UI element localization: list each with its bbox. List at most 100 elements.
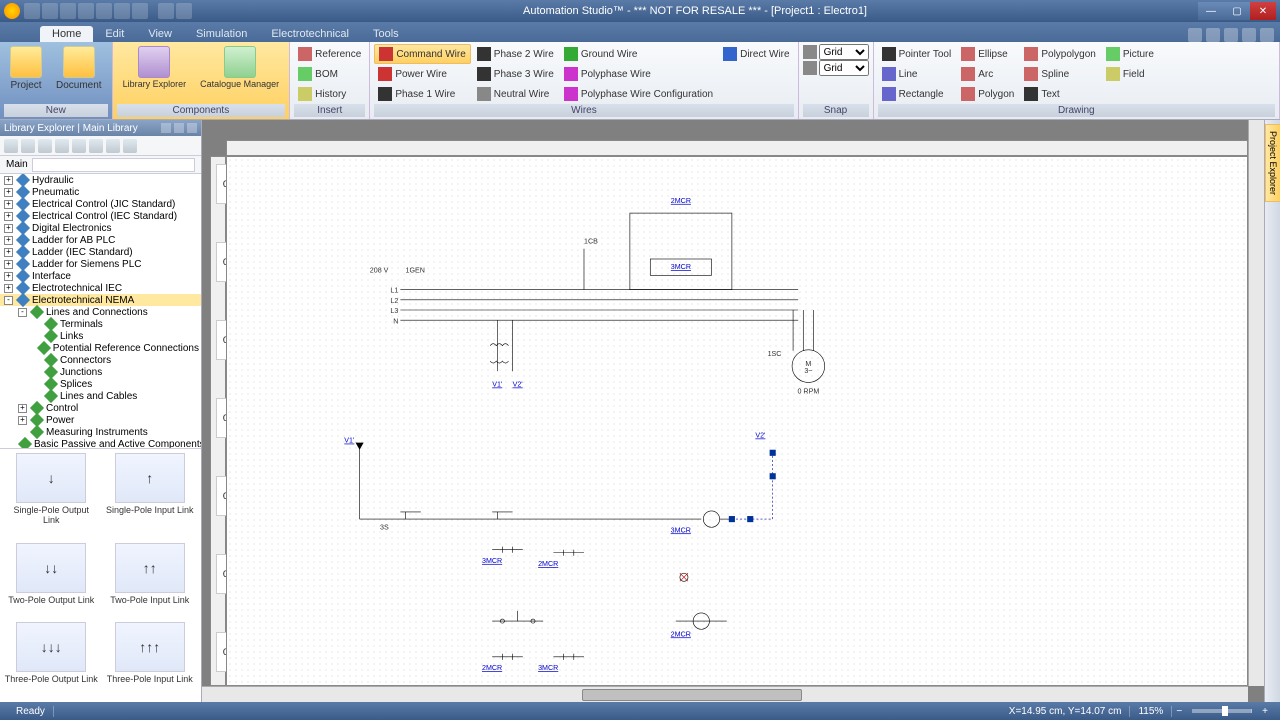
reference-button[interactable]: Reference [294, 44, 365, 64]
tree-node[interactable]: Links [0, 330, 201, 342]
polyphase-wire-button[interactable]: Polyphase Wire [560, 64, 717, 84]
polygon-button[interactable]: Polygon [957, 84, 1018, 104]
field-button[interactable]: Field [1102, 64, 1158, 84]
text-button[interactable]: Text [1020, 84, 1099, 104]
qat-btn[interactable] [42, 3, 58, 19]
tree-node[interactable]: Splices [0, 378, 201, 390]
tree-expand-icon[interactable]: + [18, 416, 27, 425]
mdi-min-icon[interactable] [1224, 28, 1238, 42]
tree-expand-icon[interactable]: - [18, 308, 27, 317]
zoom-slider[interactable] [1192, 709, 1252, 713]
qat-btn[interactable] [158, 3, 174, 19]
arc-button[interactable]: Arc [957, 64, 1018, 84]
preview-item[interactable]: ↓↓↓Three-Pole Output Link [4, 622, 99, 698]
lib-tool[interactable] [106, 139, 120, 153]
tree-node[interactable]: +Hydraulic [0, 174, 201, 186]
qat-btn[interactable] [78, 3, 94, 19]
line-button[interactable]: Line [878, 64, 956, 84]
tree-node[interactable]: +Control [0, 402, 201, 414]
tree-node[interactable]: Potential Reference Connections [0, 342, 201, 354]
tab-view[interactable]: View [136, 26, 184, 42]
drawing-canvas[interactable]: L1 L2 L3 N 208 V 1GEN 2MCR 3MCR 1CB M [226, 156, 1248, 686]
bom-button[interactable]: BOM [294, 64, 365, 84]
preview-item[interactable]: ↑↑↑Three-Pole Input Link [103, 622, 198, 698]
preview-item[interactable]: ↑Single-Pole Input Link [103, 453, 198, 539]
tree-expand-icon[interactable]: + [4, 272, 13, 281]
horizontal-scrollbar[interactable] [202, 686, 1248, 702]
tree-expand-icon[interactable]: + [4, 260, 13, 269]
tree-expand-icon[interactable]: + [4, 200, 13, 209]
power-wire-button[interactable]: Power Wire [374, 64, 470, 84]
qat-btn[interactable] [96, 3, 112, 19]
vertical-scrollbar[interactable] [1248, 120, 1264, 686]
qat-btn[interactable] [24, 3, 40, 19]
tree-node[interactable]: +Pneumatic [0, 186, 201, 198]
tree-expand-icon[interactable]: + [4, 176, 13, 185]
snap-grid-y[interactable]: Grid [803, 60, 869, 76]
qat-btn[interactable] [114, 3, 130, 19]
lib-tool[interactable] [123, 139, 137, 153]
panel-pin-icon[interactable] [174, 123, 184, 133]
maximize-button[interactable]: ▢ [1224, 2, 1250, 20]
preview-item[interactable]: ↑↑Two-Pole Input Link [103, 543, 198, 619]
picture-button[interactable]: Picture [1102, 44, 1158, 64]
rectangle-button[interactable]: Rectangle [878, 84, 956, 104]
pointer-tool-button[interactable]: Pointer Tool [878, 44, 956, 64]
library-explorer-button[interactable]: Library Explorer [117, 44, 193, 91]
tab-tools[interactable]: Tools [361, 26, 411, 42]
ellipse-button[interactable]: Ellipse [957, 44, 1018, 64]
phase2-wire-button[interactable]: Phase 2 Wire [473, 44, 558, 64]
tree-node[interactable]: Connectors [0, 354, 201, 366]
phase3-wire-button[interactable]: Phase 3 Wire [473, 64, 558, 84]
library-tree[interactable]: +Hydraulic+Pneumatic+Electrical Control … [0, 174, 201, 449]
lib-tool[interactable] [4, 139, 18, 153]
direct-wire-button[interactable]: Direct Wire [719, 44, 793, 64]
tab-home[interactable]: Home [40, 26, 93, 42]
tree-expand-icon[interactable]: + [4, 188, 13, 197]
tree-node[interactable]: +Ladder for Siemens PLC [0, 258, 201, 270]
tree-expand-icon[interactable]: + [4, 236, 13, 245]
help-icon[interactable] [1188, 28, 1202, 42]
document-button[interactable]: Document [50, 44, 108, 93]
preview-item[interactable]: ↓Single-Pole Output Link [4, 453, 99, 539]
zoom-in-icon[interactable]: + [1258, 706, 1272, 717]
tree-node[interactable]: +Ladder for AB PLC [0, 234, 201, 246]
phase1-wire-button[interactable]: Phase 1 Wire [374, 84, 470, 104]
mdi-close-icon[interactable] [1260, 28, 1274, 42]
ground-wire-button[interactable]: Ground Wire [560, 44, 717, 64]
tree-node[interactable]: +Digital Electronics [0, 222, 201, 234]
spline-button[interactable]: Spline [1020, 64, 1099, 84]
neutral-wire-button[interactable]: Neutral Wire [473, 84, 558, 104]
min-ribbon-icon[interactable] [1206, 28, 1220, 42]
tree-node[interactable]: +Interface [0, 270, 201, 282]
tree-expand-icon[interactable]: - [4, 296, 13, 305]
history-button[interactable]: History [294, 84, 365, 104]
tree-node[interactable]: -Electrotechnical NEMA [0, 294, 201, 306]
tree-node[interactable]: +Ladder (IEC Standard) [0, 246, 201, 258]
mdi-max-icon[interactable] [1242, 28, 1256, 42]
tree-node[interactable]: Junctions [0, 366, 201, 378]
tree-node[interactable]: Basic Passive and Active Components [0, 438, 201, 449]
tree-expand-icon[interactable]: + [4, 224, 13, 233]
lib-tool[interactable] [89, 139, 103, 153]
qat-btn[interactable] [60, 3, 76, 19]
tree-node[interactable]: Terminals [0, 318, 201, 330]
tab-electrotechnical[interactable]: Electrotechnical [259, 26, 361, 42]
polypolygon-button[interactable]: Polypolygon [1020, 44, 1099, 64]
close-button[interactable]: ✕ [1250, 2, 1276, 20]
tree-expand-icon[interactable]: + [4, 248, 13, 257]
tree-node[interactable]: -Lines and Connections [0, 306, 201, 318]
project-button[interactable]: Project [4, 44, 48, 93]
tree-node[interactable]: Lines and Cables [0, 390, 201, 402]
tree-expand-icon[interactable]: + [4, 284, 13, 293]
snap-grid-x[interactable]: Grid [803, 44, 869, 60]
minimize-button[interactable]: — [1198, 2, 1224, 20]
tree-node[interactable]: +Electrical Control (JIC Standard) [0, 198, 201, 210]
qat-btn[interactable] [176, 3, 192, 19]
tree-expand-icon[interactable]: + [18, 404, 27, 413]
lib-search-input[interactable] [32, 158, 195, 172]
polyphase-config-button[interactable]: Polyphase Wire Configuration [560, 84, 717, 104]
tab-simulation[interactable]: Simulation [184, 26, 259, 42]
tab-edit[interactable]: Edit [93, 26, 136, 42]
tree-node[interactable]: +Power [0, 414, 201, 426]
